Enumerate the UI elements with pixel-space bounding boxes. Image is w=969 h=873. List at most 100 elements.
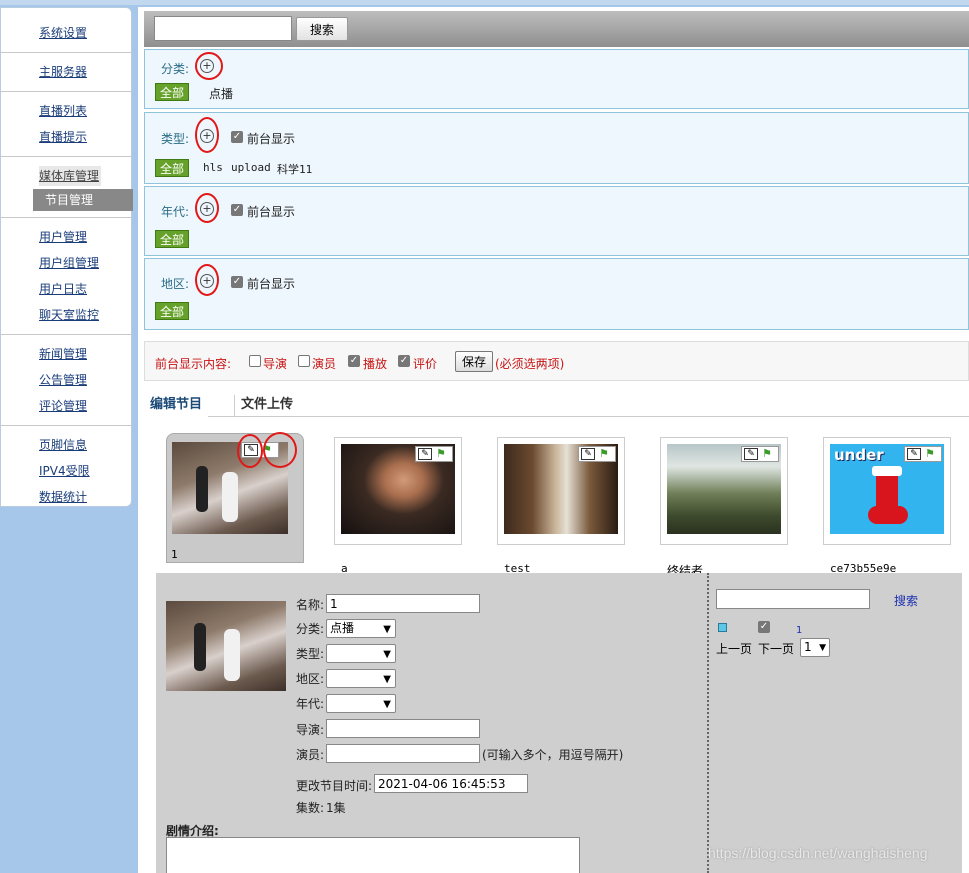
edit-icon[interactable]: ✎ [581, 448, 595, 460]
program-search-panel: 搜索 ✓ 1 上一页 下一页 1 ▼ [712, 573, 962, 873]
search-button[interactable]: 搜索 [296, 17, 348, 41]
year-field-label: 年代: [296, 697, 325, 711]
year-all-button[interactable]: 全部 [155, 230, 189, 248]
display-options-label: 前台显示内容: [155, 357, 232, 371]
play-checkbox[interactable]: ✓ [348, 355, 360, 367]
director-checkbox[interactable] [249, 355, 261, 367]
category-label: 分类: [161, 62, 190, 76]
chevron-down-icon: ▼ [383, 699, 391, 710]
type-item[interactable]: hls [203, 161, 223, 174]
thumbnail-card[interactable]: under ✎ ⚑ ce73b55e9e [823, 437, 951, 575]
prev-page-link[interactable]: 上一页 [716, 640, 752, 657]
sidebar-item-media-library[interactable]: 媒体库管理 [39, 166, 101, 186]
program-editor: 名称: 分类: 点播 ▼ 类型: ▼ 地区: ▼ 年代: ▼ 导演: 演员: (可… [156, 573, 962, 873]
sidebar-group: 页脚信息 IPV4受限 数据统计 [1, 426, 131, 516]
edit-icon[interactable]: ✎ [907, 448, 921, 460]
sidebar-item-live-list[interactable]: 直播列表 [1, 98, 131, 124]
time-field-label: 更改节目时间: [296, 779, 373, 793]
sidebar-group: 媒体库管理 节目管理 [1, 157, 133, 218]
category-select-value: 点播 [330, 621, 355, 635]
edit-icon[interactable]: ✎ [418, 448, 432, 460]
flag-icon[interactable]: ⚑ [762, 448, 776, 460]
type-item[interactable]: upload [231, 161, 271, 174]
year-show-label: 前台显示 [247, 205, 296, 219]
thumbnail-overlay-text: under [834, 446, 884, 464]
sidebar-item-notice-management[interactable]: 公告管理 [1, 367, 131, 393]
name-field[interactable] [326, 594, 480, 613]
category-item[interactable]: 点播 [209, 85, 233, 102]
save-button[interactable]: 保存 [455, 351, 493, 372]
display-options-row: 前台显示内容: 导演 演员 ✓ 播放 ✓ 评价 保存 (必须选两项) [144, 341, 969, 381]
program-item-number[interactable]: 1 [796, 625, 802, 636]
stocking-foot [868, 506, 908, 524]
time-field[interactable] [374, 774, 528, 793]
year-show-checkbox[interactable]: ✓ [231, 204, 243, 216]
thumbnail-actions: ✎ ⚑ [415, 446, 453, 462]
flag-icon[interactable]: ⚑ [925, 448, 939, 460]
rating-checkbox[interactable]: ✓ [398, 355, 410, 367]
region-show-checkbox[interactable]: ✓ [231, 276, 243, 288]
sidebar-item-system-settings[interactable]: 系统设置 [1, 20, 131, 46]
actor-checkbox[interactable] [298, 355, 310, 367]
program-search-input[interactable] [716, 589, 870, 609]
sidebar-item-statistics[interactable]: 数据统计 [1, 484, 131, 510]
year-select[interactable]: ▼ [326, 694, 396, 713]
flag-icon[interactable]: ⚑ [436, 448, 450, 460]
sidebar-group: 系统设置 [1, 8, 131, 53]
chevron-down-icon: ▼ [819, 643, 826, 653]
director-field[interactable] [326, 719, 480, 738]
thumbnail-card[interactable]: ✎ ⚑ test [497, 437, 625, 575]
sidebar-item-main-server[interactable]: 主服务器 [1, 59, 131, 85]
region-select[interactable]: ▼ [326, 669, 396, 688]
sidebar-item-user-management[interactable]: 用户管理 [1, 224, 131, 250]
annotation-circle [195, 52, 223, 80]
sidebar-item-user-log[interactable]: 用户日志 [1, 276, 131, 302]
tab-bar: 编辑节目 文件上传 [144, 395, 969, 417]
region-all-button[interactable]: 全部 [155, 302, 189, 320]
flag-icon[interactable]: ⚑ [599, 448, 613, 460]
thumbnail-card[interactable]: ✎ ⚑ 终结者 [660, 437, 788, 578]
actor-field-label: 演员: [296, 748, 325, 762]
filter-region: 地区: + ✓ 前台显示 全部 [144, 258, 969, 330]
sidebar-item-chatroom-monitor[interactable]: 聊天室监控 [1, 302, 131, 328]
sidebar-item-program-management[interactable]: 节目管理 [33, 189, 133, 211]
filter-year: 年代: + ✓ 前台显示 全部 [144, 186, 969, 256]
filter-type: 类型: + ✓ 前台显示 全部 hls upload 科学11 [144, 112, 969, 184]
category-all-button[interactable]: 全部 [155, 83, 189, 101]
sidebar-item-news-management[interactable]: 新闻管理 [1, 341, 131, 367]
synopsis-textarea[interactable] [166, 837, 580, 873]
tab-edit-program[interactable]: 编辑节目 [144, 395, 209, 417]
sidebar-item-ipv4-restrict[interactable]: IPV4受限 [1, 458, 131, 484]
search-input[interactable] [154, 16, 292, 41]
save-note: (必须选两项) [495, 357, 565, 371]
chevron-down-icon: ▼ [383, 624, 391, 635]
child-figure [194, 623, 206, 671]
page-select[interactable]: 1 ▼ [800, 638, 830, 657]
program-preview-image [166, 601, 286, 691]
type-all-button[interactable]: 全部 [155, 159, 189, 177]
annotation-circle [195, 193, 219, 223]
type-select[interactable]: ▼ [326, 644, 396, 663]
thumbnail-card[interactable]: ✎ ⚑ 1 [166, 432, 304, 563]
director-field-label: 导演: [296, 723, 325, 737]
sidebar-group: 用户管理 用户组管理 用户日志 聊天室监控 [1, 218, 131, 335]
actor-field[interactable] [326, 744, 480, 763]
sidebar-group: 新闻管理 公告管理 评论管理 [1, 335, 131, 426]
status-square-icon [718, 623, 727, 632]
next-page-link[interactable]: 下一页 [758, 640, 794, 657]
editor-form: 名称: 分类: 点播 ▼ 类型: ▼ 地区: ▼ 年代: ▼ 导演: 演员: (可… [156, 573, 706, 873]
top-strip [0, 0, 969, 5]
thumbnail-card[interactable]: ✎ ⚑ a [334, 437, 462, 575]
sidebar-item-footer-info[interactable]: 页脚信息 [1, 432, 131, 458]
program-search-link[interactable]: 搜索 [894, 592, 918, 609]
thumbnail-actions: ✎ ⚑ [741, 446, 779, 462]
sidebar-item-user-group-management[interactable]: 用户组管理 [1, 250, 131, 276]
edit-icon[interactable]: ✎ [744, 448, 758, 460]
type-item[interactable]: 科学11 [277, 161, 312, 177]
program-checkbox[interactable]: ✓ [758, 621, 770, 633]
tab-file-upload[interactable]: 文件上传 [234, 395, 299, 417]
sidebar-item-comment-management[interactable]: 评论管理 [1, 393, 131, 419]
sidebar-item-live-tips[interactable]: 直播提示 [1, 124, 131, 150]
type-show-checkbox[interactable]: ✓ [231, 131, 243, 143]
category-select[interactable]: 点播 ▼ [326, 619, 396, 638]
